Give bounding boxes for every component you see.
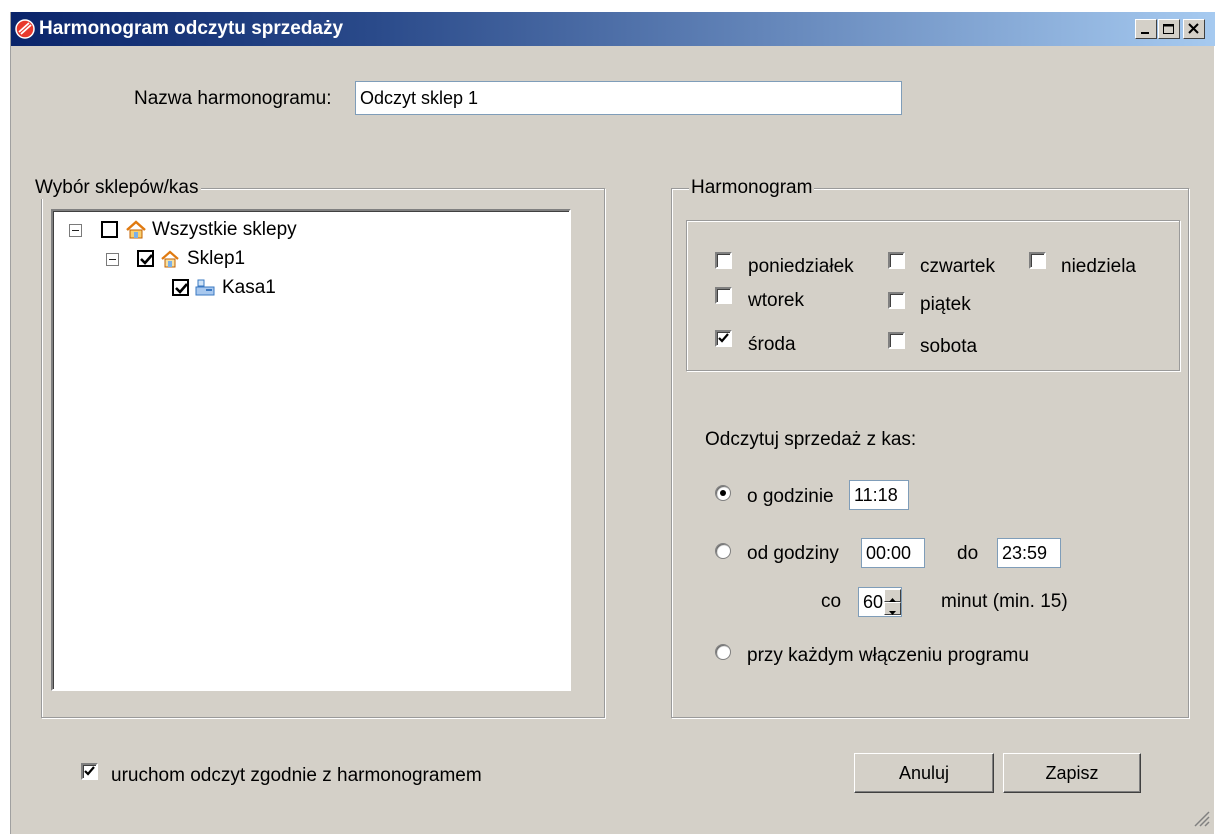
range-to-label: do	[957, 543, 979, 564]
saturday-label: sobota	[920, 336, 978, 357]
dialog-window: Harmonogram odczytu sprzedaży Nazwa harm…	[10, 12, 1215, 834]
at-hour-radio[interactable]	[715, 485, 731, 501]
wednesday-label: środa	[748, 334, 796, 355]
interval-up-button[interactable]	[884, 589, 901, 602]
wednesday-checkbox[interactable]	[715, 330, 732, 347]
range-from-label: od godziny	[747, 543, 839, 564]
schedule-name-label: Nazwa harmonogramu:	[134, 88, 332, 109]
tree-collapse-toggle[interactable]	[69, 224, 82, 237]
monday-checkbox[interactable]	[715, 252, 732, 269]
tree-collapse-toggle[interactable]	[106, 253, 119, 266]
friday-label: piątek	[920, 294, 971, 315]
run-by-schedule-checkbox[interactable]	[81, 763, 98, 780]
tree-checkbox[interactable]	[101, 221, 118, 238]
maximize-icon	[1163, 24, 1174, 34]
thursday-checkbox[interactable]	[888, 252, 905, 269]
tree-item-label[interactable]: Wszystkie sklepy	[152, 219, 297, 241]
checkmark-icon	[84, 766, 95, 776]
cash-register-icon	[195, 279, 215, 296]
thursday-label: czwartek	[920, 256, 995, 277]
checkmark-icon	[718, 333, 729, 343]
range-radio[interactable]	[715, 543, 731, 559]
tuesday-checkbox[interactable]	[715, 287, 732, 304]
cancel-button[interactable]: Anuluj	[854, 753, 994, 793]
title-bar[interactable]: Harmonogram odczytu sprzedaży	[11, 12, 1215, 46]
interval-unit-label: minut (min. 15)	[941, 591, 1068, 612]
startup-label: przy każdym włączeniu programu	[747, 645, 1029, 666]
app-logo-icon	[15, 19, 35, 39]
checkmark-icon	[140, 254, 153, 265]
maximize-button[interactable]	[1158, 19, 1180, 39]
store-group-icon	[126, 220, 146, 239]
tree-checkbox[interactable]	[172, 279, 189, 296]
tuesday-label: wtorek	[748, 290, 804, 311]
sunday-checkbox[interactable]	[1029, 252, 1046, 269]
run-by-schedule-label: uruchom odczyt zgodnie z harmonogramem	[111, 765, 482, 786]
resize-grip-icon[interactable]	[1191, 808, 1211, 828]
at-hour-input[interactable]	[849, 480, 909, 510]
window-title: Harmonogram odczytu sprzedaży	[39, 18, 344, 39]
minimize-button[interactable]	[1135, 19, 1157, 39]
tree-item-label[interactable]: Sklep1	[187, 248, 245, 270]
read-sales-label: Odczytuj sprzedaż z kas:	[705, 429, 917, 450]
startup-radio[interactable]	[715, 644, 731, 660]
tree-item-label[interactable]: Kasa1	[222, 277, 276, 299]
minimize-icon	[1141, 32, 1149, 34]
schedule-name-input[interactable]	[355, 81, 902, 115]
range-to-input[interactable]	[997, 538, 1061, 568]
tree-checkbox[interactable]	[137, 250, 154, 267]
close-button[interactable]	[1183, 19, 1205, 39]
friday-checkbox[interactable]	[888, 292, 905, 309]
save-button[interactable]: Zapisz	[1003, 753, 1141, 793]
saturday-checkbox[interactable]	[888, 332, 905, 349]
sunday-label: niedziela	[1061, 256, 1136, 277]
store-icon	[161, 250, 179, 268]
arrow-down-icon	[889, 611, 896, 615]
checkmark-icon	[175, 283, 188, 294]
schedule-group-label: Harmonogram	[689, 177, 815, 199]
stores-tree[interactable]: Wszystkie sklepy Sklep1 Kasa1	[51, 209, 571, 691]
every-label: co	[821, 591, 842, 612]
range-from-input[interactable]	[861, 538, 925, 568]
interval-down-button[interactable]	[884, 602, 901, 615]
stores-group-label: Wybór sklepów/kas	[33, 177, 201, 199]
monday-label: poniedziałek	[748, 256, 854, 277]
close-icon	[1188, 23, 1199, 34]
at-hour-label: o godzinie	[747, 486, 834, 507]
